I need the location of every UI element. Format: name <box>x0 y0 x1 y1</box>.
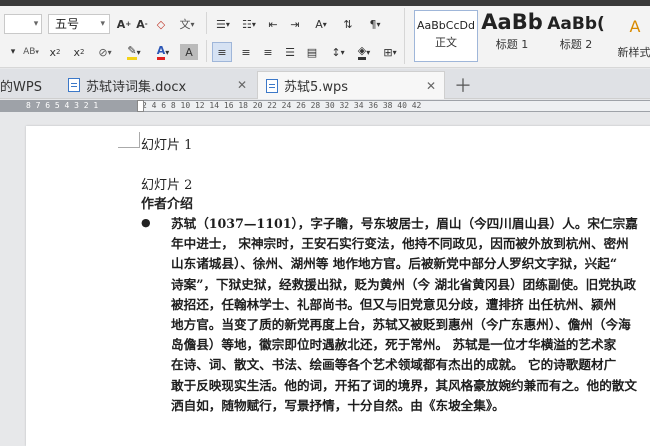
style-caption: 正文 <box>435 36 457 49</box>
new-style-icon[interactable]: A <box>624 16 646 36</box>
increase-indent-icon[interactable]: ⇥ <box>286 14 304 34</box>
decrease-indent-icon[interactable]: ⇤ <box>264 14 282 34</box>
clear-format-icon[interactable]: ◇ <box>152 14 170 34</box>
font-color-icon[interactable]: A ▾ <box>150 42 176 62</box>
paragraph-line: 年中进士， 宋神宗时，王安石实行变法，他持不同政见，因而被外放到杭州、密州 <box>171 236 629 252</box>
show-marks-icon[interactable]: ¶ ▾ <box>364 14 386 34</box>
tab-sushi5-wps[interactable]: 苏轼5.wps ✕ <box>257 71 445 99</box>
paragraph-line: 岛儋县）等地，徽宗即位时遇赦北还，死于常州。 苏轼是一位才华横溢的艺术家 <box>171 337 617 353</box>
subscript-icon[interactable]: x2 <box>70 42 88 62</box>
tab-wps-home[interactable]: 的WPS <box>0 71 58 99</box>
style-heading-1[interactable]: AaBb 标题 1 <box>481 10 543 62</box>
document-canvas: 幻灯片 1 幻灯片 2 作者介绍 ● 苏轼（1037—1101），字子瞻，号东坡… <box>0 112 650 446</box>
paragraph-line: 敢于反映现实生活。他的词，开拓了词的境界，其风格豪放婉约兼而有之。他的散文 <box>171 377 637 393</box>
new-tab-button[interactable]: ＋ <box>450 71 474 99</box>
font-size-dropdown[interactable]: 五号 ▾ <box>48 14 110 34</box>
align-center-icon[interactable]: ≡ <box>236 42 256 62</box>
close-icon[interactable]: ✕ <box>237 78 247 92</box>
paragraph-line: 诗案”，下狱史狱，经救援出狱，贬为黄州（今 湖北省黄冈县）团练副使。旧党执政 <box>171 276 637 292</box>
document-tab-bar: 的WPS 苏轼诗词集.docx ✕ 苏轼5.wps ✕ ＋ <box>0 69 650 99</box>
document-file-icon <box>266 78 278 93</box>
tab-label: 苏轼诗词集.docx <box>86 79 187 95</box>
slide-2-title: 幻灯片 2 <box>141 178 193 193</box>
separator <box>404 8 405 64</box>
increase-font-icon[interactable]: A + <box>116 14 132 34</box>
font-size-value: 五号 <box>55 17 80 31</box>
style-gallery: AaBbCcDd 正文 AaBb 标题 1 AaBb( 标题 2 <box>411 10 616 62</box>
style-sample: AaBb( <box>547 14 605 34</box>
decrease-font-icon[interactable]: A- <box>134 14 150 34</box>
style-caption: 标题 2 <box>559 38 593 51</box>
style-caption: 标题 1 <box>495 38 529 51</box>
paragraph-line: 山东诸城县）、徐州、湖州等 地作地方官。后被新党中部分人罗织文字狱，兴起“ <box>171 256 618 272</box>
paragraph-line: 苏轼（1037—1101），字子瞻，号东坡居士，眉山（今四川眉山县）人。宋仁宗嘉 <box>171 216 638 231</box>
chevron-down-icon: ▾ <box>100 19 105 29</box>
align-right-icon[interactable]: ≡ <box>258 42 278 62</box>
paragraph-line: 被招还，任翰林学士、礼部尚书。但又与旧党意见分歧，遭排挤 出任杭州、颍州 <box>171 296 617 312</box>
separator <box>206 12 207 34</box>
border-icon[interactable]: ⊞ ▾ <box>378 42 402 62</box>
ruler-left-numbers: 8 7 6 5 4 3 2 1 <box>26 101 99 110</box>
horizontal-ruler[interactable]: 8 7 6 5 4 3 2 1 2 4 6 8 10 12 14 16 18 2… <box>0 100 650 112</box>
style-sample: AaBbCcDd <box>417 19 475 32</box>
superscript-icon[interactable]: x2 <box>46 42 64 62</box>
tab-label: 的WPS <box>0 79 42 95</box>
font-family-dropdown[interactable]: ▾ <box>4 14 42 34</box>
document-file-icon <box>68 78 80 92</box>
text-effect-icon[interactable]: AB ▾ <box>20 42 42 62</box>
char-shading-icon[interactable]: A <box>180 44 198 60</box>
numbered-list-icon[interactable]: ☷ ▾ <box>238 14 260 34</box>
title-bar-strip <box>0 0 650 6</box>
ruler-right-numbers: 2 4 6 8 10 12 14 16 18 20 22 24 26 28 30… <box>142 101 422 110</box>
bullet-list-icon[interactable]: ☰ ▾ <box>212 14 234 34</box>
separator <box>206 40 207 62</box>
tab-sushi-poems-docx[interactable]: 苏轼诗词集.docx ✕ <box>60 71 255 99</box>
margin-crop-mark <box>118 132 140 148</box>
distribute-icon[interactable]: ▤ <box>302 42 322 62</box>
style-sample: AaBb <box>481 10 543 34</box>
new-style-button[interactable]: 新样式 <box>618 42 650 62</box>
author-heading: 作者介绍 <box>141 197 194 212</box>
justify-icon[interactable]: ☰ <box>280 42 300 62</box>
phonetic-icon[interactable]: 文 ▾ <box>176 14 198 34</box>
paragraph-line: 在诗、词、散文、书法、绘画等各个艺术领域都有杰出的成就。 它的诗歌题材广 <box>171 357 617 373</box>
highlight-icon[interactable]: ✎ ▾ <box>122 42 146 62</box>
style-normal[interactable]: AaBbCcDd 正文 <box>414 10 478 62</box>
close-icon[interactable]: ✕ <box>426 79 436 93</box>
indent-marker[interactable] <box>137 100 144 112</box>
paragraph-line: 地方官。当变了质的新党再度上台，苏轼又被贬到惠州（今广东惠州）、儋州（今海 <box>171 317 631 333</box>
author-paragraph: 苏轼（1037—1101），字子瞻，号东坡居士，眉山（今四川眉山县）人。宋仁宗嘉… <box>171 214 650 416</box>
shading-icon[interactable]: ◈ ▾ <box>352 42 376 62</box>
slide-1-title: 幻灯片 1 <box>141 138 193 153</box>
sort-icon[interactable]: ⇅ <box>338 14 358 34</box>
paragraph-line: 洒自如，随物赋行，写景抒情，十分自然。由《东坡全集》。 <box>171 397 505 413</box>
style-heading-2[interactable]: AaBb( 标题 2 <box>545 10 607 62</box>
bullet-marker: ● <box>141 216 151 229</box>
ribbon-toolbar: ▾ 五号 ▾ A + A- ◇ 文 ▾ ☰ ▾ ☷ ▾ ⇤ ⇥ A ▾ ⇅ ¶ ▾ ▾ AB ▾… <box>0 0 650 68</box>
char-border-icon[interactable]: ⊘ ▾ <box>94 42 116 62</box>
align-left-icon[interactable]: ≡ <box>212 42 232 62</box>
document-page[interactable]: 幻灯片 1 幻灯片 2 作者介绍 ● 苏轼（1037—1101），字子瞻，号东坡… <box>26 126 650 446</box>
tab-label: 苏轼5.wps <box>284 80 349 95</box>
line-spacing-icon[interactable]: ↕ ▾ <box>326 42 350 62</box>
chinese-layout-icon[interactable]: A ▾ <box>308 14 334 34</box>
